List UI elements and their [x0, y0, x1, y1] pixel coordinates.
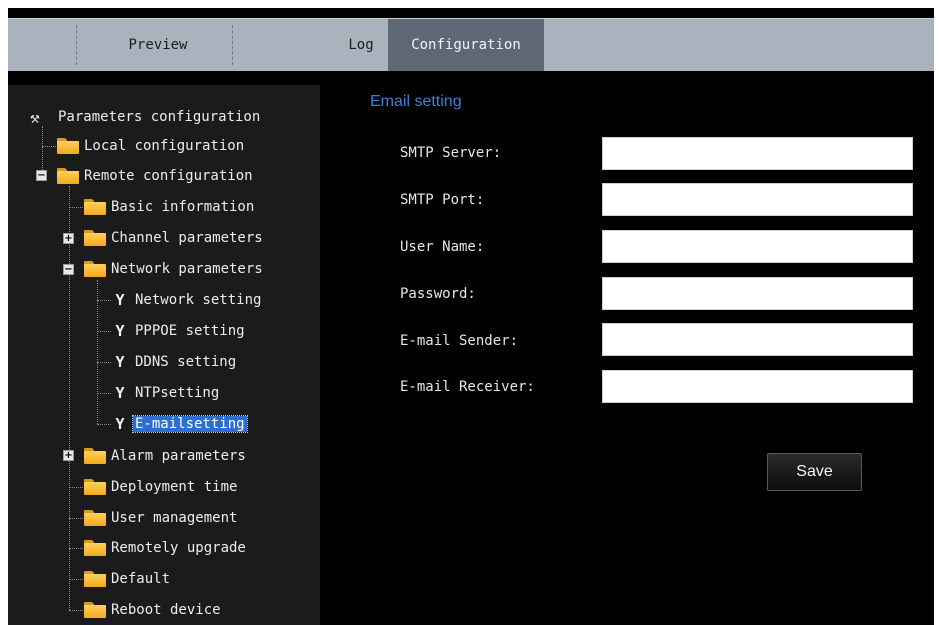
tree-connector [69, 207, 83, 208]
folder-icon [84, 602, 106, 618]
tree-item-label: Network parameters [111, 261, 263, 277]
tree-connector [97, 300, 111, 301]
smtp-server-input[interactable] [602, 137, 913, 170]
tree-connector [42, 146, 56, 147]
tree-connector [97, 331, 111, 332]
smtp-server-label: SMTP Server: [400, 145, 502, 161]
tab-separator [76, 25, 77, 65]
user-name-label: User Name: [400, 239, 485, 255]
password-input[interactable] [602, 277, 913, 310]
tree-item-email-setting[interactable]: Y E-mailsetting [112, 414, 248, 434]
tree-item-label: Network setting [135, 292, 262, 308]
tree-item-ntp-setting[interactable]: Y NTPsetting [112, 383, 221, 403]
password-label: Password: [400, 286, 476, 302]
tree-item-label-selected: E-mailsetting [132, 415, 248, 433]
tree-item-label: Default [111, 571, 171, 587]
tree-connector [69, 487, 83, 488]
tree-connector [69, 548, 83, 549]
tree-item-reboot-device[interactable]: Reboot device [84, 600, 223, 620]
wrench-icon: Y [115, 415, 125, 433]
folder-icon [84, 540, 106, 556]
email-receiver-input[interactable] [602, 370, 913, 403]
expand-toggle-channel[interactable]: + [63, 233, 74, 244]
tree-connector [69, 186, 70, 610]
tree-item-ddns-setting[interactable]: Y DDNS setting [112, 352, 238, 372]
tab-separator [232, 25, 233, 65]
tab-configuration[interactable]: Configuration [388, 19, 544, 71]
wrench-icon: Y [115, 353, 125, 371]
tab-log-label: Log [348, 37, 374, 53]
save-button[interactable]: Save [767, 453, 862, 491]
email-receiver-label: E-mail Receiver: [400, 379, 535, 395]
user-name-input[interactable] [602, 230, 913, 263]
tree-connector [42, 126, 43, 176]
folder-icon [84, 510, 106, 526]
folder-icon [84, 448, 106, 464]
tree-connector [97, 393, 111, 394]
email-sender-input[interactable] [602, 323, 913, 356]
tree-connector [97, 280, 98, 424]
folder-icon [84, 199, 106, 215]
email-sender-label: E-mail Sender: [400, 333, 519, 349]
smtp-port-label: SMTP Port: [400, 192, 485, 208]
tree-connector [69, 579, 83, 580]
tree-item-label: Deployment time [111, 479, 238, 495]
tree-item-pppoe-setting[interactable]: Y PPPOE setting [112, 321, 247, 341]
tree-item-label: NTPsetting [135, 385, 220, 401]
tree-item-default[interactable]: Default [84, 569, 172, 589]
tree-item-network-parameters[interactable]: Network parameters [84, 259, 265, 279]
section-title: Email setting [370, 93, 462, 110]
tree-root-label: Parameters configuration [58, 109, 261, 125]
tree-item-label: Alarm parameters [111, 448, 246, 464]
folder-icon [57, 138, 79, 154]
tab-preview-label: Preview [128, 37, 188, 53]
tree-item-label: Reboot device [111, 602, 221, 618]
tab-preview[interactable]: Preview [88, 19, 228, 71]
tree-connector [97, 424, 111, 425]
tree-item-label: Local configuration [84, 138, 245, 154]
tab-log[interactable]: Log [234, 19, 388, 71]
tree-item-label: Remotely upgrade [111, 540, 246, 556]
tree-item-label: DDNS setting [135, 354, 237, 370]
tree-item-deployment-time[interactable]: Deployment time [84, 477, 239, 497]
wrench-icon: Y [115, 384, 125, 402]
wrench-icon: Y [115, 291, 125, 309]
folder-icon [84, 230, 106, 246]
tree-item-user-management[interactable]: User management [84, 508, 239, 528]
tree-item-local-configuration[interactable]: Local configuration [57, 136, 246, 156]
tree-connector [69, 518, 83, 519]
wrench-settings-icon: ⚒ [30, 107, 40, 127]
folder-icon [84, 261, 106, 277]
tree-item-remote-configuration[interactable]: Remote configuration [57, 166, 255, 186]
folder-icon [57, 168, 79, 184]
tree-item-label: PPPOE setting [135, 323, 245, 339]
folder-icon [84, 571, 106, 587]
folder-icon [84, 479, 106, 495]
collapse-toggle-remote[interactable]: − [36, 170, 47, 181]
tree-connector [97, 362, 111, 363]
tree-connector [69, 610, 83, 611]
tree-item-label: Remote configuration [84, 168, 253, 184]
tree-item-basic-information[interactable]: Basic information [84, 197, 256, 217]
tree-item-label: Channel parameters [111, 230, 263, 246]
tab-configuration-label: Configuration [411, 37, 521, 53]
tree-item-remotely-upgrade[interactable]: Remotely upgrade [84, 538, 248, 558]
tree-item-label: Basic information [111, 199, 255, 215]
wrench-icon: Y [115, 322, 125, 340]
tree-root-parameters-configuration[interactable]: ⚒ Parameters configuration [30, 107, 262, 127]
tree-item-network-setting[interactable]: Y Network setting [112, 290, 263, 310]
tree-item-channel-parameters[interactable]: Channel parameters [84, 228, 265, 248]
smtp-port-input[interactable] [602, 183, 913, 216]
tree-item-label: User management [111, 510, 238, 526]
expand-toggle-alarm[interactable]: + [63, 450, 74, 461]
collapse-toggle-network[interactable]: − [63, 264, 74, 275]
tab-bar: Preview Log Configuration [8, 18, 934, 71]
tree-item-alarm-parameters[interactable]: Alarm parameters [84, 446, 248, 466]
